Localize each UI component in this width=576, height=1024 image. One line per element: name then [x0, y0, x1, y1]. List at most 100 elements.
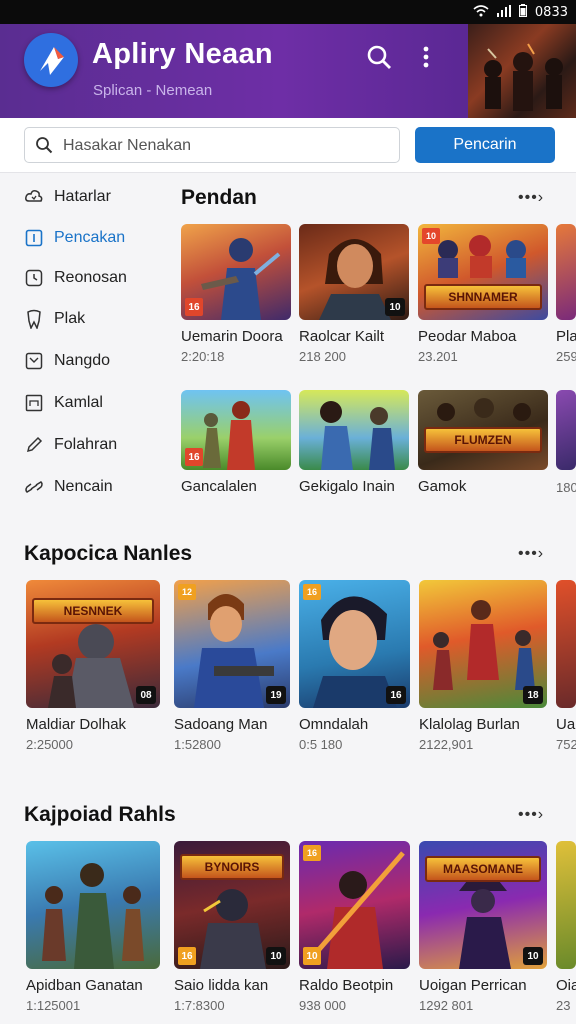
- game-card[interactable]: 18 Klalolag Burlan 2122,901: [419, 580, 547, 752]
- game-card[interactable]: 10 SHNNAMER Peodar Maboa 23.201: [418, 224, 548, 364]
- search-icon: [36, 137, 53, 154]
- game-downloads: 752: [556, 737, 576, 752]
- game-downloads: 0:5 180: [299, 737, 343, 752]
- game-card[interactable]: 16 Gancalalen: [181, 390, 291, 495]
- game-card[interactable]: MAASOMANE 10 Uoigan Perrican 1292 801: [419, 841, 547, 1013]
- section-more-button[interactable]: •••›: [518, 189, 544, 207]
- game-thumbnail: [556, 580, 576, 708]
- app-logo: [24, 33, 78, 87]
- sidebar-item-pencakan[interactable]: Pencakan: [24, 224, 125, 252]
- pencil-icon: [24, 435, 44, 455]
- game-downloads: 1:52800: [174, 737, 221, 752]
- section-title: Kajpoiad Rahls: [24, 803, 176, 826]
- section-title: Pendan: [181, 186, 257, 209]
- game-logo-banner: MAASOMANE: [425, 856, 541, 883]
- more-vertical-icon: [423, 46, 429, 68]
- game-card[interactable]: NESNNEK 08 Maldiar Dolhak 2:25000: [26, 580, 160, 752]
- game-card[interactable]: 10 Raolcar Kailt 218 200: [299, 224, 409, 364]
- game-title: Gancalalen: [181, 478, 257, 495]
- game-title: Raldo Beotpin: [299, 977, 394, 994]
- frame-icon: [24, 393, 44, 413]
- game-card[interactable]: 12 19 Sadoang Man 1:52800: [174, 580, 290, 752]
- game-downloads: 1292 801: [419, 998, 474, 1013]
- cloud-icon: [24, 187, 44, 207]
- game-thumbnail: 18: [419, 580, 547, 708]
- game-logo-banner: FLUMZEN: [424, 426, 542, 453]
- sidebar-item-kamlal[interactable]: Kamlal: [24, 389, 103, 417]
- game-title: Sadoang Man: [174, 716, 268, 733]
- rating-badge: 16: [386, 686, 406, 704]
- game-logo-banner: SHNNAMER: [424, 283, 542, 310]
- age-rating-badge: 10: [303, 947, 321, 965]
- link-icon: [24, 477, 44, 497]
- game-card[interactable]: 16 Uemarin Doora 2:20:18: [181, 224, 291, 364]
- header-search-button[interactable]: [364, 42, 394, 72]
- game-card[interactable]: FLUMZEN Gamok: [418, 390, 548, 495]
- search-input[interactable]: [61, 128, 395, 164]
- game-card[interactable]: Pla 259: [556, 224, 576, 364]
- game-card[interactable]: 180: [556, 390, 576, 495]
- search-button[interactable]: Pencarin: [415, 127, 555, 163]
- status-bar: 0833: [0, 0, 576, 24]
- game-title: Peodar Maboa: [418, 328, 517, 345]
- game-card[interactable]: Apidban Ganatan 1:125001: [26, 841, 160, 1013]
- game-title: Pla: [556, 328, 576, 345]
- sidebar-item-label: Hatarlar: [54, 188, 111, 205]
- game-downloads: 938 000: [299, 998, 346, 1013]
- game-thumbnail: 10: [299, 224, 409, 320]
- sidebar-item-label: Nencain: [54, 478, 113, 495]
- game-card[interactable]: Oia 23: [556, 841, 576, 1013]
- sidebar-item-folahran[interactable]: Folahran: [24, 431, 117, 459]
- section-title: Kapocica Nanles: [24, 542, 193, 565]
- game-title: Uemarin Doora: [181, 328, 283, 345]
- game-title: Maldiar Dolhak: [26, 716, 127, 733]
- game-card[interactable]: Gekigalo Inain: [299, 390, 409, 495]
- square-icon: [24, 228, 44, 248]
- age-rating-badge: 10: [422, 228, 440, 244]
- age-rating-badge: 16: [185, 298, 203, 316]
- game-thumbnail: 12 19: [174, 580, 290, 708]
- game-title: Gekigalo Inain: [299, 478, 395, 495]
- game-thumbnail: [556, 390, 576, 470]
- section-more-button[interactable]: •••›: [518, 806, 544, 824]
- sidebar-item-hatarlar[interactable]: Hatarlar: [24, 183, 111, 211]
- sidebar-item-nangdo[interactable]: Nangdo: [24, 347, 110, 375]
- rating-badge: 10: [523, 947, 543, 965]
- game-logo-banner: NESNNEK: [32, 597, 154, 624]
- game-thumbnail: BYNOIRS 16 10: [174, 841, 290, 969]
- game-thumbnail: [556, 224, 576, 320]
- game-thumbnail: FLUMZEN: [418, 390, 548, 470]
- game-thumbnail: MAASOMANE 10: [419, 841, 547, 969]
- sidebar-item-label: Folahran: [54, 436, 118, 453]
- game-downloads: 2:20:18: [181, 349, 225, 364]
- sidebar-item-reonosan[interactable]: Reonosan: [24, 264, 127, 292]
- game-card[interactable]: BYNOIRS 16 10 Saio lidda kan 1:7:8300: [174, 841, 290, 1013]
- sidebar-item-label: Pencakan: [54, 229, 126, 246]
- game-title: Oia: [556, 977, 576, 994]
- game-card[interactable]: 16 10 Raldo Beotpin 938 000: [299, 841, 410, 1013]
- game-downloads: 2:25000: [26, 737, 73, 752]
- sidebar-item-plak[interactable]: Plak: [24, 305, 85, 333]
- age-rating-badge: 16: [185, 448, 203, 466]
- game-title: Raolcar Kailt: [299, 328, 385, 345]
- game-card[interactable]: 16 16 Omndalah 0:5 180: [299, 580, 410, 752]
- rating-badge: 18: [523, 686, 543, 704]
- section-more-button[interactable]: •••›: [518, 545, 544, 563]
- rating-badge: 19: [266, 686, 286, 704]
- overflow-menu-button[interactable]: [411, 42, 441, 72]
- game-title: Gamok: [418, 478, 467, 495]
- age-rating-badge: 16: [303, 845, 321, 861]
- game-title: Apidban Ganatan: [26, 977, 143, 994]
- box-icon: [24, 351, 44, 371]
- header-artwork: [468, 24, 576, 118]
- game-downloads: 2122,901: [419, 737, 474, 752]
- search-field[interactable]: [24, 127, 400, 164]
- app-subtitle: Splican - Nemean: [93, 82, 213, 99]
- sidebar-item-nencain[interactable]: Nencain: [24, 473, 113, 501]
- wifi-icon: [473, 4, 489, 21]
- game-card[interactable]: Ua 752: [556, 580, 576, 752]
- game-title: Klalolag Burlan: [419, 716, 520, 733]
- search-bar: Pencarin: [0, 118, 576, 173]
- game-thumbnail: 16: [181, 390, 291, 470]
- rating-badge: 10: [266, 947, 286, 965]
